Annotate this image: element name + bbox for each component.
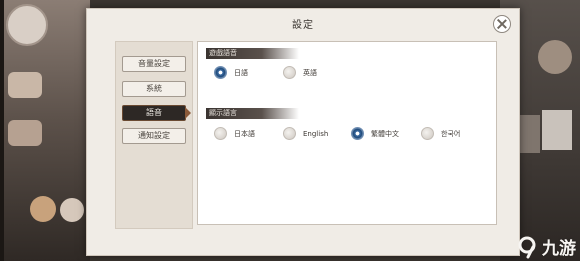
radio-icon[interactable] (283, 66, 296, 79)
watermark: 九游 (516, 234, 576, 259)
option-voice-japanese[interactable]: 日語 (214, 66, 248, 79)
section-voice-language-label: 遊戲語音 (206, 48, 299, 59)
hud-panel-blurred (542, 110, 572, 150)
hud-button-blurred (8, 120, 42, 146)
radio-selected-icon[interactable] (214, 66, 227, 79)
option-label: 繁體中文 (371, 129, 399, 138)
hud-panel-blurred (520, 115, 540, 153)
option-label: 英語 (303, 68, 317, 77)
hud-icon-blurred (60, 198, 84, 222)
dialog-header: 設定 (87, 9, 519, 37)
sidebar-item-voice[interactable]: 語音 (122, 105, 191, 121)
sidebar-item-volume[interactable]: 音量設定 (122, 56, 186, 72)
option-label: English (303, 129, 329, 138)
option-voice-english[interactable]: 英語 (283, 66, 317, 79)
settings-content: 遊戲語音 日語 英語 顯示語言 日本語 English 繁體中文 한국어 (197, 41, 497, 225)
settings-dialog: 設定 音量設定 系統 語音 通知設定 遊戲語音 日語 英語 顯示語言 日本語 E… (86, 8, 520, 256)
background-left-hud (0, 0, 90, 261)
hud-button-blurred (8, 72, 42, 98)
screen-edge (0, 0, 4, 261)
radio-icon[interactable] (421, 127, 434, 140)
option-display-english[interactable]: English (283, 127, 328, 140)
radio-icon[interactable] (283, 127, 296, 140)
sidebar-item-system[interactable]: 系統 (122, 81, 186, 97)
sidebar-item-notifications[interactable]: 通知設定 (122, 128, 186, 144)
close-button[interactable] (493, 15, 511, 33)
watermark-text: 九游 (542, 239, 576, 259)
dialog-title: 設定 (292, 20, 314, 31)
option-label: 日語 (234, 68, 248, 77)
nine-logo-icon (518, 236, 536, 258)
hud-icon-blurred (30, 196, 56, 222)
section-display-language-label: 顯示語言 (206, 108, 299, 119)
option-label: 日本語 (234, 129, 255, 138)
option-label: 한국어 (441, 129, 461, 138)
settings-sidebar: 音量設定 系統 語音 通知設定 (115, 41, 193, 229)
option-display-japanese[interactable]: 日本語 (214, 127, 255, 140)
radio-selected-icon[interactable] (351, 127, 364, 140)
hud-icon-blurred (538, 40, 572, 74)
option-display-traditional-chinese[interactable]: 繁體中文 (351, 127, 399, 140)
radio-icon[interactable] (214, 127, 227, 140)
player-avatar (6, 4, 48, 46)
option-display-korean[interactable]: 한국어 (421, 127, 460, 140)
